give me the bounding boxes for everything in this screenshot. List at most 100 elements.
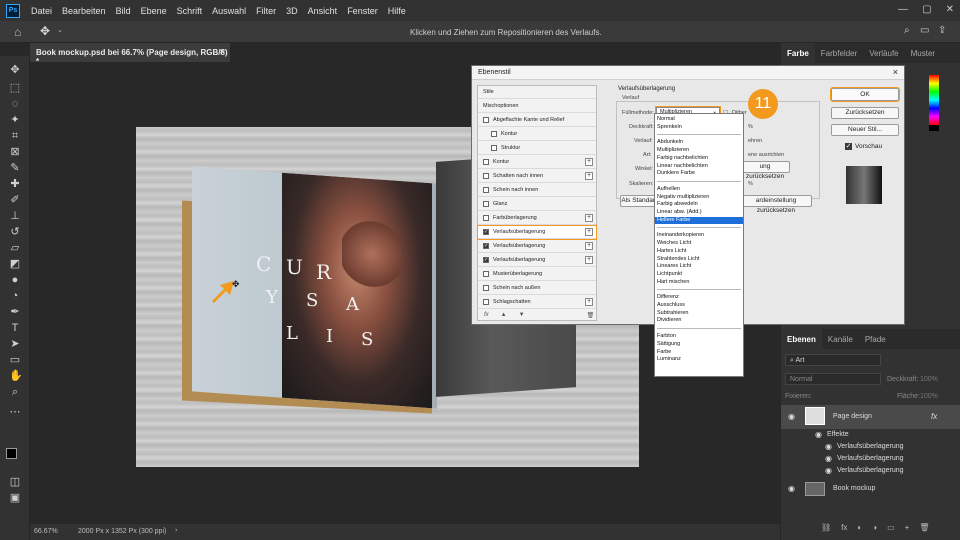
adjustment-layer-icon[interactable]: ◑ xyxy=(872,523,877,535)
chevron-down-icon[interactable]: ⌄ xyxy=(57,26,63,34)
blend-mode-option[interactable]: Farbton xyxy=(655,333,743,340)
effect-row[interactable]: ◉ Verlaufsüberlagerung xyxy=(781,453,960,465)
zoom-level[interactable]: 66.67% xyxy=(34,528,58,535)
effects-row[interactable]: ◉ Effekte xyxy=(781,429,960,441)
blend-mode-option[interactable]: Multiplizieren xyxy=(655,147,743,154)
blend-mode-option[interactable]: Hartes Licht xyxy=(655,248,743,255)
style-row[interactable]: Glanz xyxy=(478,198,596,211)
share-icon[interactable]: ⇪ xyxy=(938,25,946,36)
search-icon[interactable]: ⌕ xyxy=(904,25,910,36)
effect-row[interactable]: ◉ Verlaufsüberlagerung xyxy=(781,465,960,477)
style-checkbox-checked[interactable]: ✓ xyxy=(483,257,489,263)
hue-slider[interactable] xyxy=(929,75,939,125)
style-checkbox[interactable] xyxy=(483,117,489,123)
layer-blend-mode-select[interactable]: Normal xyxy=(785,373,881,385)
blend-mode-option[interactable]: Luminanz xyxy=(655,356,743,363)
blend-mode-option[interactable]: Subtrahieren xyxy=(655,310,743,317)
delete-effect-icon[interactable]: 🗑 xyxy=(587,312,595,320)
tab-verlaeufe[interactable]: Verläufe xyxy=(863,49,904,63)
minimize-icon[interactable]: — xyxy=(898,4,908,15)
style-checkbox[interactable] xyxy=(483,285,489,291)
blend-mode-option[interactable]: Strahlendes Licht xyxy=(655,256,743,263)
blend-mode-option[interactable]: Normal xyxy=(655,116,743,123)
history-brush-icon[interactable]: ↺ xyxy=(9,226,21,238)
blend-mode-option[interactable]: Differenz xyxy=(655,294,743,301)
clone-stamp-icon[interactable]: ⊥ xyxy=(9,210,21,222)
add-effect-icon[interactable]: + xyxy=(585,228,593,236)
new-style-button[interactable]: Neuer Stil... xyxy=(831,124,899,136)
eye-icon[interactable]: ◉ xyxy=(825,467,835,475)
style-row[interactable]: Kontur + xyxy=(478,156,596,169)
dodge-icon[interactable]: ◔ xyxy=(9,290,21,302)
eye-icon[interactable]: ◉ xyxy=(825,455,835,463)
effect-row[interactable]: ◉ Verlaufsüberlagerung xyxy=(781,441,960,453)
tab-farbfelder[interactable]: Farbfelder xyxy=(815,49,863,63)
menu-item-ansicht[interactable]: Ansicht xyxy=(303,6,343,16)
move-icon[interactable]: ✥ xyxy=(9,64,21,76)
style-checkbox[interactable] xyxy=(491,145,497,151)
preview-checkbox[interactable]: ✓ xyxy=(845,143,852,150)
blend-mode-option[interactable]: Linear abw. (Add.) xyxy=(655,209,743,216)
fx-menu-icon[interactable]: fx xyxy=(484,312,489,320)
screen-mode-icon[interactable]: ▣ xyxy=(9,492,21,504)
document-tab[interactable]: Book mockup.psd bei 66.7% (Page design, … xyxy=(30,43,230,66)
style-row[interactable]: ✓ Verlaufsüberlagerung + xyxy=(478,240,596,253)
magic-wand-icon[interactable]: ✦ xyxy=(9,114,21,126)
add-effect-icon[interactable]: + xyxy=(585,214,593,222)
lasso-icon[interactable]: ◌ xyxy=(9,98,21,110)
menu-item-bearbeiten[interactable]: Bearbeiten xyxy=(57,6,111,16)
add-style-icon[interactable]: fx xyxy=(841,523,847,535)
blend-mode-option[interactable]: Farbig nachbelichten xyxy=(655,155,743,162)
dialog-close-icon[interactable]: × xyxy=(893,67,898,77)
blend-mode-option[interactable]: Weiches Licht xyxy=(655,240,743,247)
style-checkbox-checked[interactable]: ✓ xyxy=(483,229,489,235)
quick-mask-icon[interactable]: ◫ xyxy=(9,476,21,488)
blend-mode-option[interactable]: Ausschluss xyxy=(655,302,743,309)
style-row[interactable]: Schein nach innen xyxy=(478,184,596,197)
dialog-titlebar[interactable]: Ebenenstil × xyxy=(472,66,904,80)
blend-mode-option[interactable]: Negativ multiplizieren xyxy=(655,194,743,201)
fill-value[interactable]: 100% xyxy=(920,393,938,400)
style-row-active[interactable]: ✓ Verlaufsüberlagerung + xyxy=(477,225,597,240)
add-effect-icon[interactable]: + xyxy=(585,172,593,180)
style-row[interactable]: Kontur xyxy=(478,128,596,141)
link-layers-icon[interactable]: ⛓ xyxy=(821,523,831,535)
menu-item-3d[interactable]: 3D xyxy=(281,6,303,16)
style-row[interactable]: Schatten nach innen + xyxy=(478,170,596,183)
layer-opacity-value[interactable]: 100% xyxy=(920,376,938,383)
move-down-icon[interactable]: ▼ xyxy=(519,312,525,320)
eye-icon[interactable]: ◉ xyxy=(825,443,835,451)
crop-icon[interactable]: ⌗ xyxy=(9,130,21,142)
blend-mode-option[interactable]: Aufhellen xyxy=(655,186,743,193)
foreground-color-swatch[interactable] xyxy=(6,448,17,459)
style-checkbox[interactable] xyxy=(483,201,489,207)
style-row[interactable]: Schlagschatten + xyxy=(478,296,596,309)
eyedropper-icon[interactable]: ✎ xyxy=(9,162,21,174)
style-checkbox[interactable] xyxy=(483,215,489,221)
blend-mode-option[interactable]: Abdunkeln xyxy=(655,139,743,146)
tab-ebenen[interactable]: Ebenen xyxy=(781,329,822,349)
tab-pfade[interactable]: Pfade xyxy=(859,335,892,349)
frame-icon[interactable]: ⊠ xyxy=(9,146,21,158)
add-effect-icon[interactable]: + xyxy=(585,298,593,306)
reset-button[interactable]: Zurücksetzen xyxy=(831,107,899,119)
blend-mode-option[interactable]: Linear nachbelichten xyxy=(655,163,743,170)
menu-item-datei[interactable]: Datei xyxy=(26,6,57,16)
hand-icon[interactable]: ✋ xyxy=(9,370,23,382)
eye-icon[interactable]: ◉ xyxy=(788,485,798,493)
new-layer-icon[interactable]: + xyxy=(905,523,910,535)
rectangle-icon[interactable]: ▭ xyxy=(9,354,21,366)
delete-layer-icon[interactable]: 🗑 xyxy=(919,523,929,535)
tab-muster[interactable]: Muster xyxy=(905,49,941,63)
marquee-icon[interactable]: ⬚ xyxy=(9,82,21,94)
chevron-right-icon[interactable]: › xyxy=(175,527,177,534)
style-row-mischoptionen[interactable]: Mischoptionen xyxy=(478,100,596,113)
menu-item-ebene[interactable]: Ebene xyxy=(136,6,172,16)
style-checkbox[interactable] xyxy=(483,187,489,193)
style-row[interactable]: Musterüberlagerung xyxy=(478,268,596,281)
layer-row-page-design[interactable]: ◉ Page design fx xyxy=(781,405,960,429)
reset-default-button[interactable]: ardeinstellung zurücksetzen xyxy=(740,195,812,214)
layer-filter-select[interactable]: ⌕ Art xyxy=(785,354,881,366)
menu-item-filter[interactable]: Filter xyxy=(251,6,281,16)
style-row[interactable]: ✓ Verlaufsüberlagerung + xyxy=(478,254,596,267)
